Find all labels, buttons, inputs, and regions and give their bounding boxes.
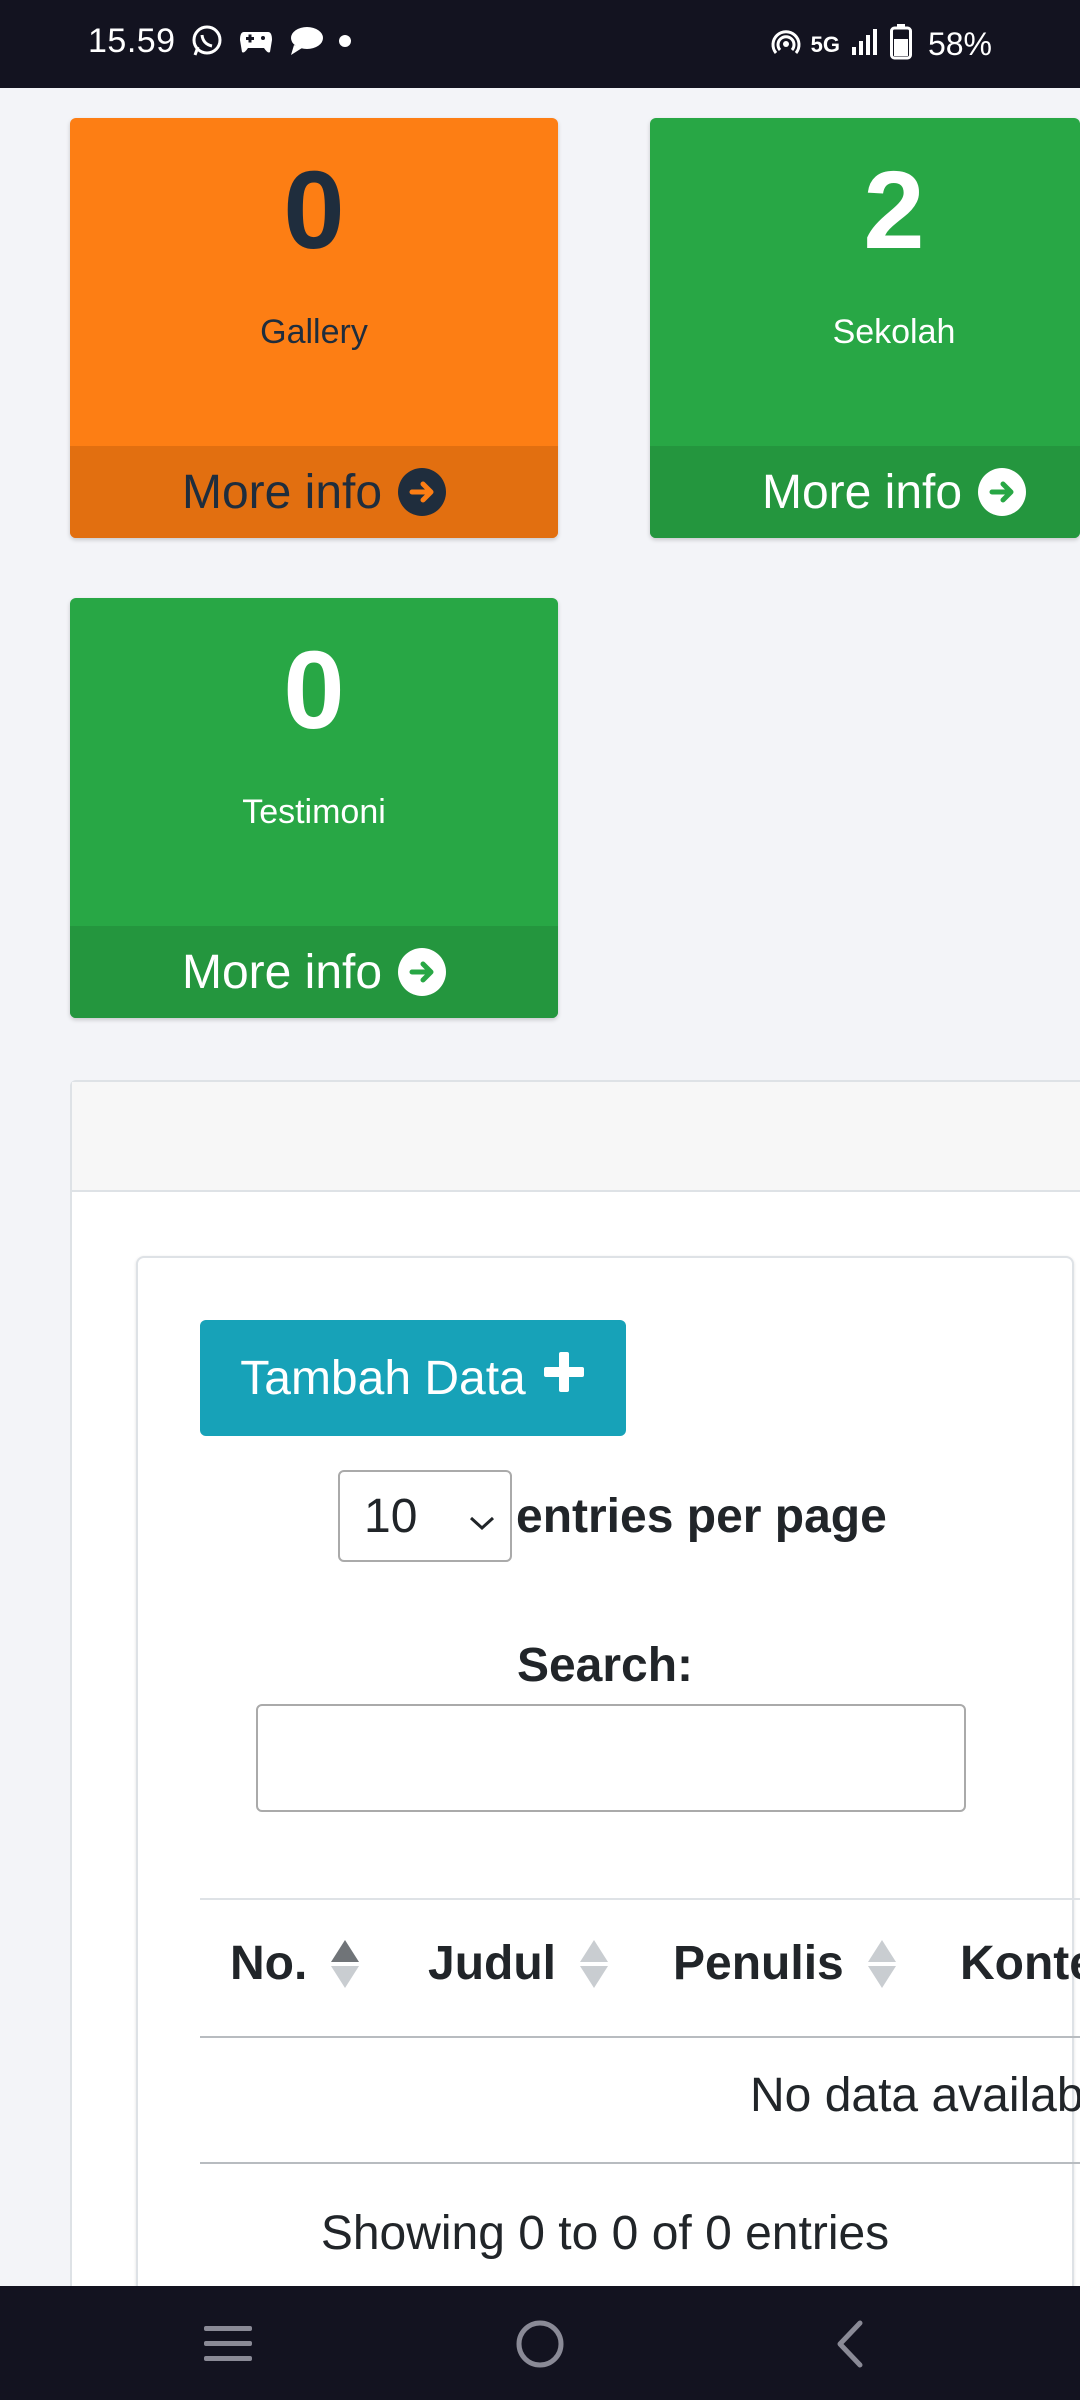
message-icon — [288, 25, 324, 62]
sekolah-label: Sekolah — [832, 313, 956, 351]
sekolah-more-info-link[interactable]: More info — [650, 446, 1080, 538]
gallery-label: Gallery — [260, 313, 368, 351]
page-size-value: 10 — [364, 1489, 418, 1543]
more-info-label: More info — [181, 465, 383, 519]
sort-icon — [867, 1939, 896, 1988]
data-table: No. Judul Penulis Konte — [200, 1898, 1080, 2164]
signal-icon — [850, 27, 880, 62]
search-label: Search: — [516, 1639, 694, 1692]
column-label: Konte — [960, 1937, 1080, 1990]
network-type: 5G — [810, 31, 840, 57]
testimoni-box: 0 Testimoni More info — [70, 598, 558, 1018]
screen: 15.59 5G 58% 0 Gallery More info 2 Sekol… — [0, 0, 1080, 2400]
status-time: 15.59 — [88, 22, 176, 60]
sort-icon — [331, 1939, 360, 1988]
system-icons: 5G 58% — [771, 24, 992, 65]
entries-per-page: 10 entries per page — [338, 1470, 887, 1562]
column-judul[interactable]: Judul — [428, 1936, 608, 1991]
add-data-button[interactable]: Tambah Data — [200, 1320, 626, 1436]
testimoni-count: 0 — [283, 629, 345, 752]
hotspot-icon — [771, 27, 801, 62]
table-row-empty: No data available — [200, 2038, 1080, 2164]
column-label: No. — [230, 1937, 308, 1990]
plus-icon — [542, 1350, 586, 1406]
arrow-circle-right-icon — [978, 468, 1027, 516]
gamepad-icon — [238, 26, 274, 61]
entries-label: entries per page — [516, 1489, 887, 1543]
menu-icon[interactable] — [198, 2314, 258, 2374]
table-card: Tambah Data 10 entries per page Search: — [136, 1256, 1080, 2336]
more-info-label: More info — [181, 945, 383, 999]
add-data-label: Tambah Data — [240, 1351, 526, 1405]
sekolah-box: 2 Sekolah More info — [650, 118, 1080, 538]
home-icon[interactable] — [510, 2314, 570, 2374]
battery-percent: 58% — [927, 26, 992, 62]
back-icon[interactable] — [820, 2314, 880, 2374]
testimoni-label: Testimoni — [242, 793, 386, 831]
gallery-more-info-link[interactable]: More info — [70, 446, 558, 538]
table-header: No. Judul Penulis Konte — [200, 1898, 1080, 2038]
navigation-bar — [0, 2286, 1080, 2400]
testimoni-more-info-link[interactable]: More info — [70, 926, 558, 1018]
search-input[interactable] — [256, 1704, 966, 1812]
column-label: Judul — [428, 1937, 556, 1990]
dot-icon — [338, 34, 352, 53]
column-penulis[interactable]: Penulis — [673, 1936, 896, 1991]
chevron-down-icon — [468, 1489, 496, 1544]
empty-message: No data available — [750, 2069, 1080, 2122]
notification-icons — [190, 24, 352, 63]
column-konten[interactable]: Konte — [960, 1936, 1080, 1991]
column-label: Penulis — [673, 1937, 844, 1990]
page-size-select[interactable]: 10 — [338, 1470, 512, 1562]
column-no[interactable]: No. — [230, 1936, 360, 1991]
gallery-count: 0 — [283, 149, 345, 272]
status-bar: 15.59 5G 58% — [0, 0, 1080, 88]
card-header — [72, 1082, 1080, 1192]
data-card: Tambah Data 10 entries per page Search: — [70, 1080, 1080, 2336]
sekolah-count: 2 — [863, 149, 925, 272]
sort-icon — [580, 1939, 608, 1988]
more-info-label: More info — [761, 465, 963, 519]
gallery-box: 0 Gallery More info — [70, 118, 558, 538]
whatsapp-icon — [190, 24, 224, 63]
arrow-circle-right-icon — [398, 468, 447, 516]
arrow-circle-right-icon — [398, 948, 447, 996]
battery-icon — [889, 24, 912, 65]
table-info: Showing 0 to 0 of 0 entries — [320, 2207, 890, 2260]
